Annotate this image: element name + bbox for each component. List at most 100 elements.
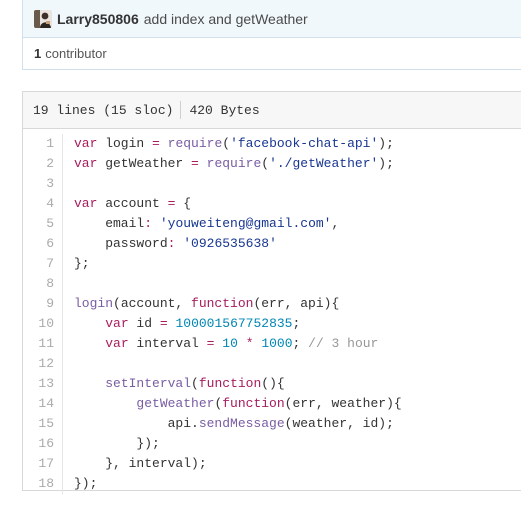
code-token: 100001567752835	[175, 316, 293, 331]
code-line: 1 var login = require('facebook-chat-api'…	[23, 134, 521, 154]
file-info-divider	[180, 101, 182, 119]
code-token: email	[74, 216, 145, 231]
code-line: 16 });	[23, 434, 521, 454]
code-token: account	[97, 196, 168, 211]
contributor-count: 1	[34, 46, 42, 61]
code-token: });	[74, 436, 160, 451]
code-token: 1000	[261, 336, 293, 351]
code-line-content: });	[63, 474, 97, 494]
code-token: var	[74, 156, 98, 171]
code-line: 18});	[23, 474, 521, 494]
code-line: 11 var interval = 10 * 1000; // 3 hour	[23, 334, 521, 354]
code-token: require	[206, 156, 262, 171]
code-token: sendMessage	[198, 416, 285, 431]
code-line-content: login(account, function(err, api){	[63, 294, 339, 314]
code-line: 13 setInterval(function(){	[23, 374, 521, 394]
code-token: =	[152, 136, 160, 151]
code-token: id	[128, 316, 160, 331]
code-token: var	[74, 136, 98, 151]
code-line: 3	[23, 174, 521, 194]
code-line: 9 login(account, function(err, api){	[23, 294, 521, 314]
code-token: api.	[74, 416, 199, 431]
code-token: {	[175, 196, 192, 211]
line-number[interactable]: 6	[23, 234, 63, 254]
code-token: // 3 hour	[308, 336, 379, 351]
commit-author-link[interactable]: Larry850806	[57, 11, 139, 27]
line-number[interactable]: 7	[23, 254, 63, 274]
code-line-content: });	[63, 434, 160, 454]
line-number[interactable]: 14	[23, 394, 63, 414]
code-token: (weather, id);	[284, 416, 394, 431]
code-token: var	[105, 336, 129, 351]
line-number[interactable]: 4	[23, 194, 63, 214]
code-line-content	[63, 174, 74, 194]
code-token: var	[105, 316, 129, 331]
line-number[interactable]: 3	[23, 174, 63, 194]
line-number[interactable]: 2	[23, 154, 63, 174]
avatar[interactable]	[34, 9, 52, 28]
contributors-row[interactable]: 1 contributor	[23, 38, 521, 69]
line-number[interactable]: 15	[23, 414, 63, 434]
code-line: 5 email: 'youweiteng@gmail.com',	[23, 214, 521, 234]
line-number[interactable]: 11	[23, 334, 63, 354]
code-line: 8	[23, 274, 521, 294]
code-line-content: var getWeather = require('./getWeather')…	[63, 154, 394, 174]
line-number[interactable]: 5	[23, 214, 63, 234]
line-number[interactable]: 16	[23, 434, 63, 454]
code-line-content: };	[63, 254, 90, 274]
code-token: require	[167, 136, 223, 151]
code-token: 'facebook-chat-api'	[230, 136, 379, 151]
commit-header: Larry850806 add index and getWeather	[23, 0, 521, 38]
code-token: (err, weather){	[284, 396, 402, 411]
code-line-content	[63, 274, 74, 294]
code-token: ,	[331, 216, 340, 231]
line-number[interactable]: 13	[23, 374, 63, 394]
code-token: interval	[128, 336, 207, 351]
code-token: '0926535638'	[183, 236, 277, 251]
code-token: =	[159, 316, 168, 331]
code-token: ;	[292, 316, 301, 331]
code-line: 4 var account = {	[23, 194, 521, 214]
code-token: './getWeather'	[269, 156, 379, 171]
code-line-content: var account = {	[63, 194, 191, 214]
code-block: 1 var login = require('facebook-chat-api'…	[23, 129, 521, 494]
code-line: 10 var id = 100001567752835;	[23, 314, 521, 334]
code-token: });	[74, 476, 98, 491]
code-line: 17 }, interval);	[23, 454, 521, 474]
code-line-content: var id = 100001567752835;	[63, 314, 300, 334]
code-token: login	[97, 136, 153, 151]
line-number[interactable]: 9	[23, 294, 63, 314]
line-number[interactable]: 8	[23, 274, 63, 294]
line-number[interactable]: 12	[23, 354, 63, 374]
code-token: (err, api){	[253, 296, 340, 311]
line-number[interactable]: 18	[23, 474, 63, 494]
file-header: 19 lines (15 sloc) 420 Bytes	[23, 92, 521, 129]
code-token: :	[144, 216, 153, 231]
code-line-content	[63, 354, 74, 374]
code-token: *	[245, 336, 254, 351]
code-token: 10	[222, 336, 238, 351]
line-number[interactable]: 1	[23, 134, 63, 154]
code-token: login	[74, 296, 114, 311]
line-number[interactable]: 17	[23, 454, 63, 474]
code-line-content: setInterval(function(){	[63, 374, 284, 394]
code-line: 7};	[23, 254, 521, 274]
contributor-label: contributor	[45, 46, 107, 61]
commit-message-link[interactable]: add index and getWeather	[144, 11, 308, 27]
code-token: getWeather	[97, 156, 192, 171]
line-number[interactable]: 10	[23, 314, 63, 334]
file-size: 420 Bytes	[189, 102, 260, 118]
code-token: );	[378, 156, 394, 171]
code-token: ;	[292, 336, 309, 351]
code-line-content: var login = require('facebook-chat-api')…	[63, 134, 394, 154]
code-token: (account,	[113, 296, 192, 311]
code-line: 15 api.sendMessage(weather, id);	[23, 414, 521, 434]
